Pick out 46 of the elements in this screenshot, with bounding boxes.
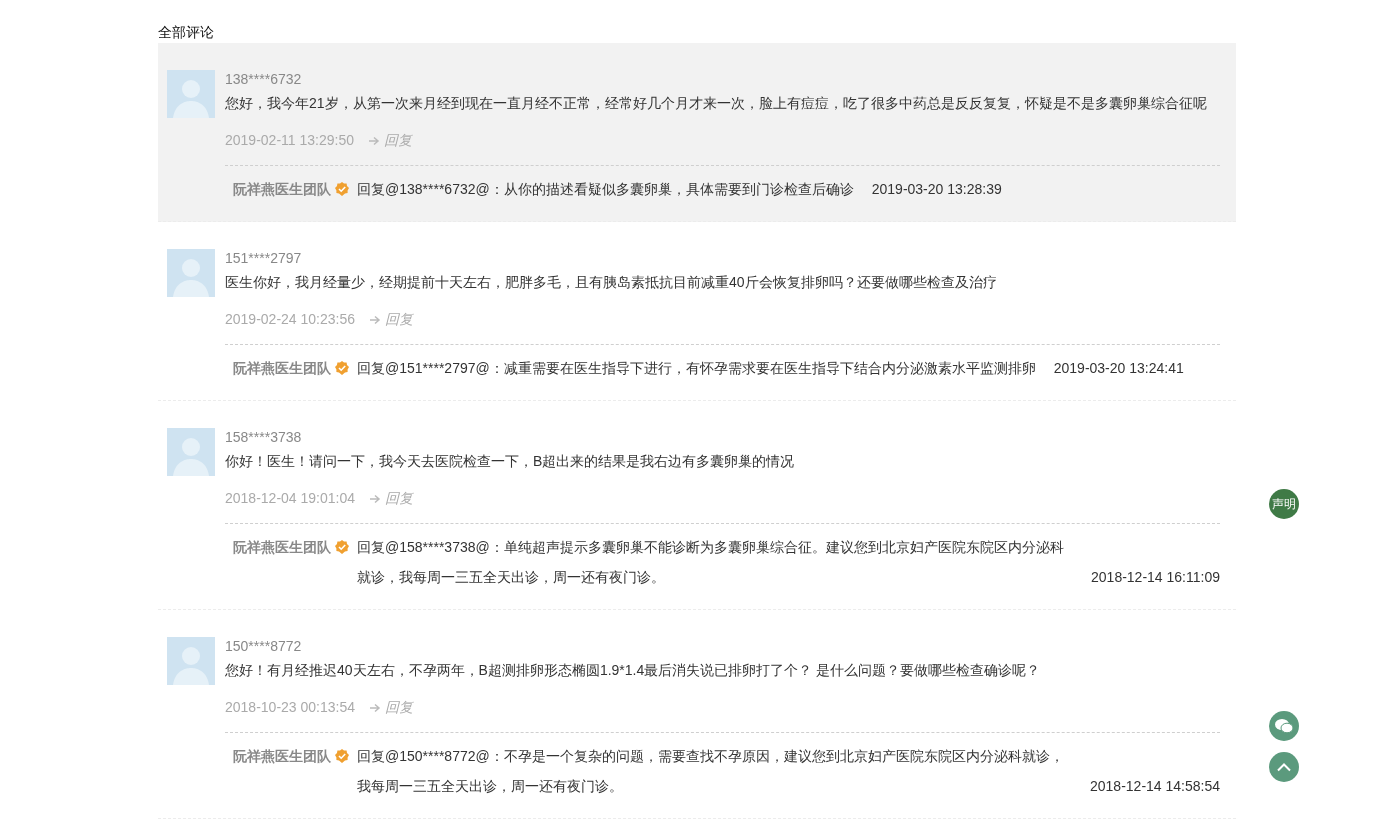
reply-text: 回复@158****3738@：单纯超声提示多囊卵巢不能诊断为多囊卵巢综合征。建议您到北京妇产医院东院区内分泌科就诊，我每周一三五全天出诊，周一还有夜门诊。 [357, 538, 1065, 587]
user-name: 138****6732 [225, 71, 303, 87]
arrow-icon [369, 314, 381, 325]
chat-bubbles-icon [1274, 718, 1294, 734]
comment-time: 2019-02-11 13:29:50 [225, 131, 354, 150]
doctor-name: 阮祥燕医生团队 [233, 180, 331, 199]
back-to-top-button[interactable] [1269, 752, 1299, 782]
arrow-icon [369, 493, 381, 504]
doctor-name: 阮祥燕医生团队 [233, 747, 331, 766]
comment-text: 您好，我今年21岁，从第一次来月经到现在一直月经不正常，经常好几个月才来一次，脸上有痘痘，吃了很多中药总是反反复复，怀疑是不是多囊卵巢综合征呢 [225, 94, 1208, 113]
avatar-icon [167, 249, 215, 297]
comment-time: 2018-12-04 19:01:04 [225, 489, 355, 508]
section-title: 全部评论 [158, 23, 215, 42]
user-name: 151****2797 [225, 250, 303, 266]
comment-text: 您好！有月经推迟40天左右，不孕两年，B超测排卵形态椭圆1.9*1.4最后消失说已排卵打了个？ 是什么问题？要做哪些检查确诊呢？ [225, 661, 1042, 680]
statement-button[interactable]: 声明 [1269, 489, 1299, 519]
arrow-icon [369, 702, 381, 713]
comment-time: 2018-10-23 00:13:54 [225, 698, 355, 717]
reply-button[interactable]: 回复 [367, 130, 412, 151]
reply-time: 2018-12-14 14:58:54 [1090, 777, 1220, 796]
reply-button[interactable]: 回复 [369, 697, 413, 718]
reply-button[interactable]: 回复 [369, 488, 413, 509]
verified-badge-icon [335, 361, 349, 375]
wechat-button[interactable] [1269, 711, 1299, 741]
reply-time: 2019-03-20 13:24:41 [1053, 359, 1184, 378]
arrow-icon [367, 135, 380, 146]
reply-text: 回复@151****2797@：减重需要在医生指导下进行，有怀孕需求要在医生指导下结合内分泌激素水平监测排卵 [357, 359, 1036, 378]
chevron-up-icon [1276, 762, 1292, 772]
reply-time: 2019-03-20 13:28:39 [871, 180, 1002, 199]
avatar-icon [167, 637, 215, 685]
avatar-icon [167, 428, 215, 476]
comment-time: 2019-02-24 10:23:56 [225, 310, 355, 329]
comment-text: 你好！医生！请问一下，我今天去医院检查一下，B超出来的结果是我右边有多囊卵巢的情况 [225, 452, 796, 471]
user-name: 158****3738 [225, 429, 303, 445]
user-name: 150****8772 [225, 638, 303, 654]
reply-text: 回复@150****8772@：不孕是一个复杂的问题，需要查找不孕原因，建议您到北京妇产医院东院区内分泌科就诊，我每周一三五全天出诊，周一还有夜门诊。 [357, 747, 1065, 796]
verified-badge-icon [335, 182, 349, 196]
reply-time: 2018-12-14 16:11:09 [1091, 568, 1220, 587]
doctor-name: 阮祥燕医生团队 [233, 359, 331, 378]
doctor-name: 阮祥燕医生团队 [233, 538, 331, 557]
comment-text: 医生你好，我月经量少，经期提前十天左右，肥胖多毛，且有胰岛素抵抗目前减重40斤会恢复排卵吗？还要做哪些检查及治疗 [225, 273, 998, 292]
avatar-icon [167, 70, 215, 118]
reply-text: 回复@138****6732@：从你的描述看疑似多囊卵巢，具体需要到门诊检查后确诊 [357, 180, 854, 199]
verified-badge-icon [335, 540, 349, 554]
verified-badge-icon [335, 749, 349, 763]
reply-button[interactable]: 回复 [369, 309, 413, 330]
